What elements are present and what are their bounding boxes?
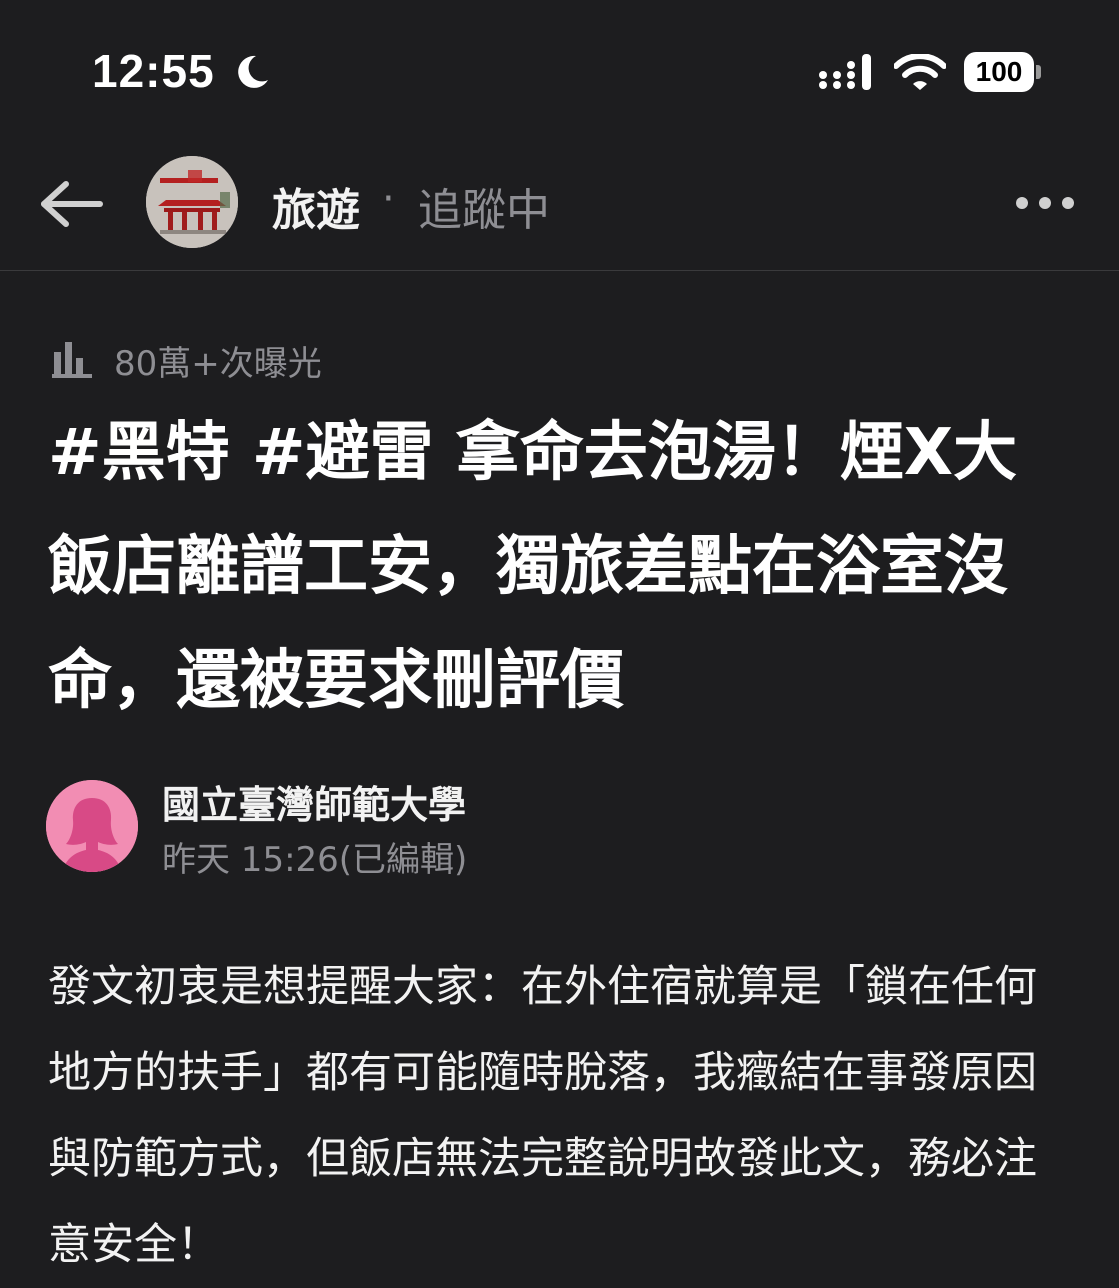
author-name[interactable]: 國立臺灣師範大學 bbox=[162, 774, 466, 829]
follow-status[interactable]: 追蹤中 bbox=[418, 174, 550, 238]
status-time: 12:55 bbox=[92, 45, 215, 97]
board-header: 旅遊 · 追蹤中 bbox=[0, 140, 1119, 271]
battery-tip bbox=[1036, 65, 1041, 79]
bar-chart-icon bbox=[52, 342, 92, 378]
battery-icon: 100 bbox=[964, 52, 1041, 92]
wifi-icon bbox=[894, 54, 946, 90]
post-title: #黑特 #避雷 拿命去泡湯！煙X大飯店離譜工安，獨旅差點在浴室沒命，還被要求刪評… bbox=[48, 416, 1018, 718]
moon-icon bbox=[238, 55, 268, 88]
board-name[interactable]: 旅遊 bbox=[272, 174, 360, 238]
post-timestamp: 昨天 15:26(已編輯) bbox=[162, 840, 468, 880]
board-avatar-image bbox=[146, 156, 238, 248]
cellular-signal-icon bbox=[819, 54, 871, 90]
female-avatar-icon bbox=[46, 780, 138, 872]
post-body: 發文初衷是想提醒大家：在外住宿就算是「鎖在任何地方的扶手」都有可能隨時脫落，我癥… bbox=[48, 962, 1037, 1270]
battery-level: 100 bbox=[964, 52, 1034, 92]
header-separator: · bbox=[382, 176, 395, 222]
board-avatar[interactable] bbox=[146, 156, 238, 248]
author-avatar[interactable] bbox=[46, 780, 138, 872]
impressions-count: 80萬+次曝光 bbox=[114, 344, 322, 384]
more-options-icon[interactable] bbox=[1010, 188, 1080, 218]
status-bar: 12:55 100 bbox=[0, 0, 1119, 140]
back-arrow-icon[interactable] bbox=[36, 176, 106, 232]
